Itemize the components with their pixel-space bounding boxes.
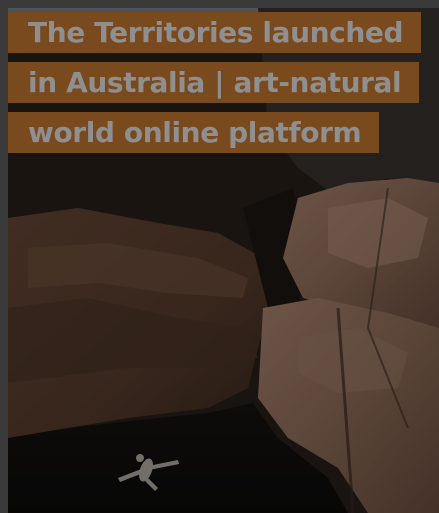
article-headline[interactable]: The Territories launched in Australia | …: [8, 8, 428, 158]
article-card[interactable]: The Territories launched in Australia | …: [0, 0, 439, 513]
headline-text[interactable]: The Territories launched in Australia | …: [8, 12, 422, 153]
